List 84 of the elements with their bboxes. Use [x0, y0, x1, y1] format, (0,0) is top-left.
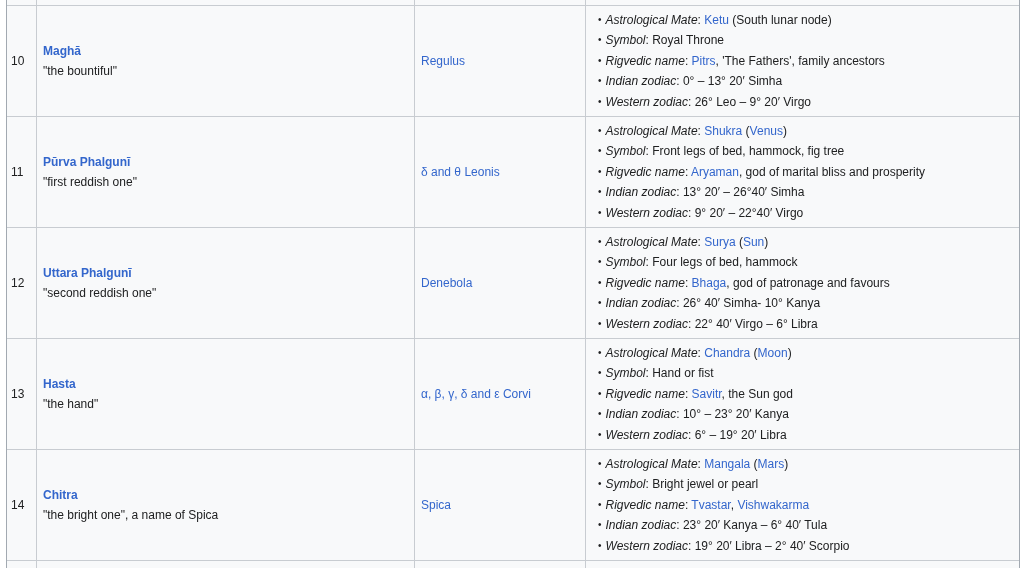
bullet-text: • — [598, 144, 602, 159]
detail-link[interactable]: Shukra — [704, 124, 743, 138]
bullet-text: • — [598, 53, 602, 68]
detail-text: Rigvedic name: Aryaman, god of marital bliss and prosperity — [605, 163, 926, 181]
meaning-text: "the bright one", a name of Spica — [43, 508, 219, 522]
detail-text: Western zodiac: 26° Leo – 9° 20′ Virgo — [605, 93, 812, 111]
detail-text: Symbol: Bright jewel or pearl — [605, 476, 759, 494]
detail-text: Astrological Mate: Ketu (South lunar node) — [605, 12, 832, 29]
meaning-text: "second reddish one" — [43, 286, 157, 300]
detail-link[interactable]: Tvastar — [691, 497, 731, 512]
detail-link[interactable]: Venus — [749, 124, 783, 138]
detail-text: Indian zodiac: 23° 20′ Kanya – 6° 40′ Tula — [605, 517, 828, 535]
detail-text: Symbol: Hand or fist — [605, 365, 714, 383]
bullet-text: • — [598, 13, 602, 27]
row-number: 13 — [11, 387, 26, 401]
detail-link[interactable]: Pitrs — [691, 53, 716, 68]
bullet-text: • — [598, 316, 602, 331]
bullet-text: • — [598, 538, 602, 553]
detail-text: Indian zodiac: 0° – 13° 20′ Simha — [605, 73, 783, 91]
detail-link[interactable]: Mars — [757, 457, 785, 471]
star-link[interactable]: Denebola — [421, 276, 579, 290]
star-link[interactable]: Regulus — [421, 54, 579, 68]
detail-text: Western zodiac: 9° 20′ – 22°40′ Virgo — [605, 204, 804, 222]
detail-text: Astrological Mate: Mangala (Mars) — [605, 456, 789, 473]
bullet-text: • — [598, 185, 602, 200]
bullet-text: • — [598, 386, 602, 401]
bullet-text: • — [598, 296, 602, 311]
nakshatra-link[interactable]: Maghā — [43, 44, 81, 58]
nakshatra-link[interactable]: Chitra — [43, 488, 78, 502]
detail-text: Rigvedic name: Savitr, the Sun god — [605, 385, 793, 403]
bullet-text: • — [598, 275, 602, 290]
row-number: 11 — [11, 165, 25, 179]
detail-link[interactable]: Chandra — [704, 346, 751, 360]
detail-text: Symbol: Front legs of bed, hammock, fig tree — [605, 143, 845, 161]
detail-text: Astrological Mate: Shukra (Venus) — [605, 123, 787, 140]
bullet-text: • — [598, 235, 602, 249]
detail-text: Symbol: Royal Throne — [605, 32, 725, 50]
detail-link[interactable]: Ketu — [704, 13, 729, 27]
detail-link[interactable]: Surya — [704, 235, 736, 249]
detail-link[interactable]: Sun — [742, 235, 765, 249]
detail-text: Indian zodiac: 26° 40′ Simha- 10° Kanya — [605, 295, 821, 313]
bullet-text: • — [598, 33, 602, 48]
bullet-text: • — [598, 164, 602, 179]
star-link[interactable]: α, β, γ, δ and ε Corvi — [421, 387, 579, 401]
bullet-text: • — [598, 407, 602, 422]
bullet-text: • — [598, 255, 602, 270]
bullet-text: • — [598, 205, 602, 220]
row-number: 12 — [11, 276, 26, 290]
detail-link[interactable]: Vishwakarma — [737, 497, 810, 512]
detail-link[interactable]: Aryaman — [690, 164, 739, 179]
bullet-text: • — [598, 346, 602, 360]
bullet-text: • — [598, 518, 602, 533]
detail-link[interactable]: Mangala — [704, 457, 751, 471]
detail-text: Western zodiac: 6° – 19° 20′ Libra — [605, 426, 787, 444]
star-link[interactable]: Spica — [421, 498, 579, 512]
row-number: 10 — [11, 54, 26, 68]
bullet-text: • — [598, 366, 602, 381]
bullet-text: • — [598, 94, 602, 109]
detail-text: Astrological Mate: Surya (Sun) — [605, 234, 769, 251]
bullet-text: • — [598, 124, 602, 138]
detail-text: Indian zodiac: 10° – 23° 20′ Kanya — [605, 406, 789, 424]
bullet-text: • — [598, 74, 602, 89]
bullet-text: • — [598, 477, 602, 492]
detail-text: Astrological Mate: Chandra (Moon) — [605, 345, 792, 362]
meaning-text: "the hand" — [43, 397, 99, 411]
nakshatra-link[interactable]: Pūrva Phalgunī — [43, 155, 131, 169]
detail-text: Rigvedic name: Bhaga, god of patronage and favours — [605, 274, 890, 292]
detail-text: Rigvedic name: Pitrs, 'The Fathers', family ancestors — [605, 52, 885, 70]
detail-text: Western zodiac: 22° 40′ Virgo – 6° Libra — [605, 315, 818, 333]
star-link[interactable]: δ and θ Leonis — [421, 165, 579, 179]
detail-text: Indian zodiac: 13° 20′ – 26°40′ Simha — [605, 184, 805, 202]
detail-link[interactable]: Moon — [757, 346, 788, 360]
bullet-text: • — [598, 427, 602, 442]
meaning-text: "first reddish one" — [43, 175, 137, 189]
nakshatra-link[interactable]: Hasta — [43, 377, 76, 391]
bullet-text: • — [598, 497, 602, 512]
detail-text: Rigvedic name: Tvastar, Vishwakarma — [605, 496, 810, 514]
meaning-text: "the bountiful" — [43, 64, 117, 78]
nakshatra-link[interactable]: Uttara Phalgunī — [43, 266, 132, 280]
bullet-text: • — [598, 457, 602, 471]
detail-text: Western zodiac: 19° 20′ Libra – 2° 40′ Scorpio — [605, 537, 850, 555]
detail-text: Symbol: Four legs of bed, hammock — [605, 254, 798, 272]
detail-link[interactable]: Savitr — [691, 386, 722, 401]
row-number: 14 — [11, 498, 26, 512]
